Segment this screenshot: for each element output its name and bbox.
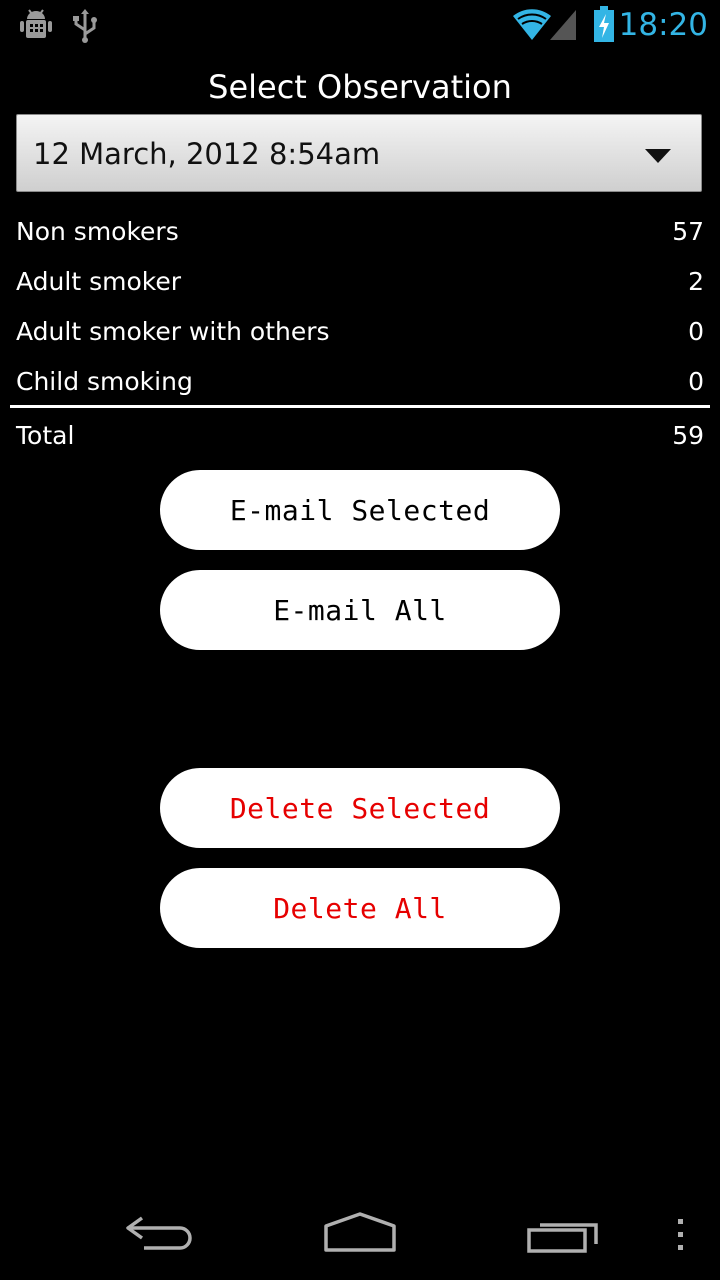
status-clock: 18:20 bbox=[618, 7, 708, 43]
signal-icon bbox=[548, 6, 578, 46]
overflow-menu-icon[interactable] bbox=[676, 1218, 686, 1256]
observation-selected-value: 12 March, 2012 8:54am bbox=[33, 137, 381, 171]
navigation-bar bbox=[0, 1184, 720, 1280]
delete-all-button[interactable]: Delete All bbox=[160, 868, 560, 948]
back-icon[interactable] bbox=[124, 1210, 196, 1254]
count-label: Child smoking bbox=[16, 367, 193, 396]
usb-icon bbox=[72, 8, 98, 48]
battery-charging-icon bbox=[592, 6, 616, 46]
count-value: 57 bbox=[672, 217, 704, 246]
total-label: Total bbox=[16, 421, 75, 450]
email-selected-button[interactable]: E-mail Selected bbox=[160, 470, 560, 550]
dropdown-arrow-icon bbox=[645, 148, 671, 167]
count-value: 0 bbox=[688, 317, 704, 346]
count-row-adult-smoker-with-others: Adult smoker with others 0 bbox=[16, 312, 704, 352]
wifi-icon bbox=[512, 6, 552, 46]
count-row-total: Total 59 bbox=[16, 416, 704, 456]
count-label: Adult smoker bbox=[16, 267, 181, 296]
recent-apps-icon[interactable] bbox=[526, 1216, 600, 1258]
home-icon[interactable] bbox=[322, 1212, 398, 1258]
total-value: 59 bbox=[672, 421, 704, 450]
count-value: 2 bbox=[688, 267, 704, 296]
count-label: Non smokers bbox=[16, 217, 179, 246]
email-all-button[interactable]: E-mail All bbox=[160, 570, 560, 650]
count-row-adult-smoker: Adult smoker 2 bbox=[16, 262, 704, 302]
total-divider bbox=[10, 405, 710, 408]
page-title: Select Observation bbox=[208, 68, 512, 106]
delete-selected-button[interactable]: Delete Selected bbox=[160, 768, 560, 848]
count-label: Adult smoker with others bbox=[16, 317, 330, 346]
status-bar: 18:20 bbox=[0, 0, 720, 50]
count-value: 0 bbox=[688, 367, 704, 396]
observation-dropdown[interactable]: 12 March, 2012 8:54am bbox=[16, 114, 702, 192]
count-row-child-smoking: Child smoking 0 bbox=[16, 362, 704, 402]
android-debug-icon bbox=[18, 8, 54, 48]
count-row-non-smokers: Non smokers 57 bbox=[16, 212, 704, 252]
